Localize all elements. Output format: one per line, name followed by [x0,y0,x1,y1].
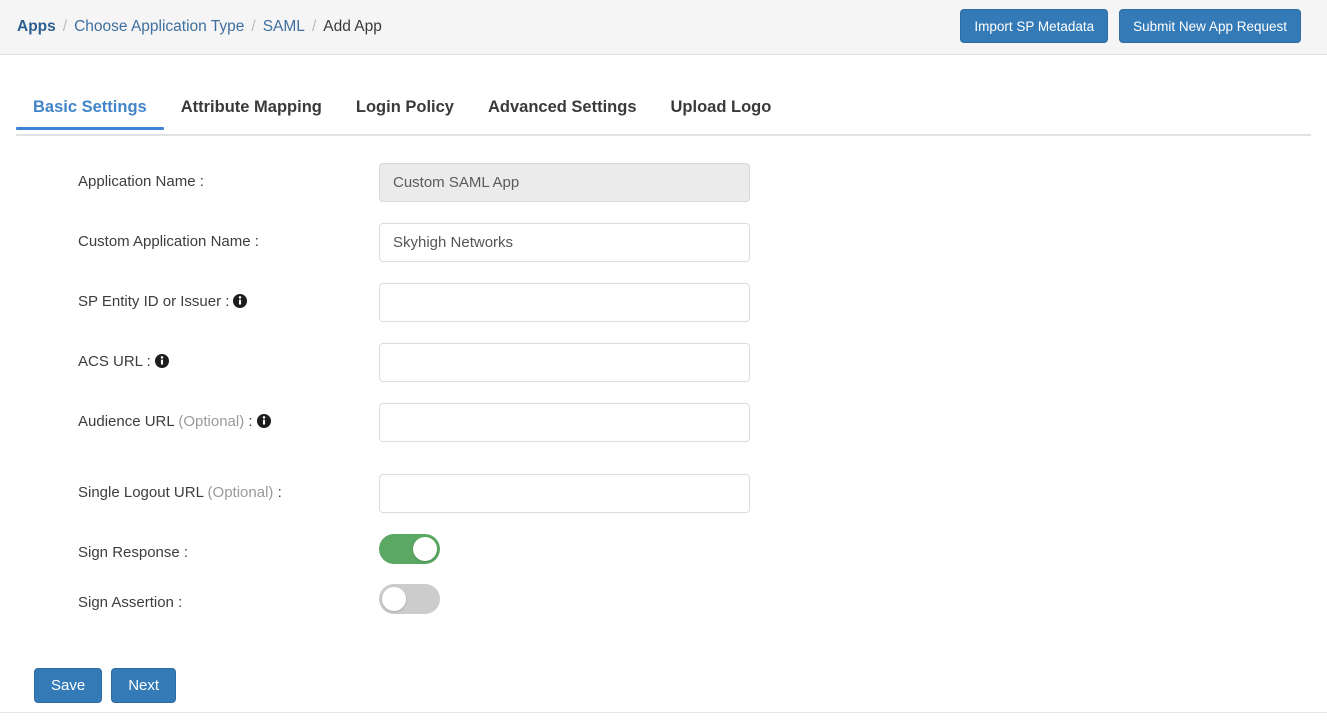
tab-basic-settings[interactable]: Basic Settings [16,96,164,130]
input-acs-url[interactable] [379,343,750,382]
breadcrumb: Apps / Choose Application Type / SAML / Add Ap… [17,17,382,37]
label-sign-assertion: Sign Assertion : [78,593,182,613]
tab-upload-logo[interactable]: Upload Logo [654,96,789,130]
form-row-sign-assertion: Sign Assertion : [0,576,1327,626]
label-colon: : [146,353,151,370]
save-button[interactable]: Save [34,668,103,703]
label-optional-marker: (Optional) [178,413,245,430]
label-colon: : [225,293,230,310]
label-colon: : [183,544,189,561]
control-acs-url [379,343,750,382]
form-row-single-logout-url: Single Logout URL (Optional) : [0,466,1327,526]
label-text: Sign Assertion [78,594,174,611]
label-colon: : [199,173,204,190]
next-button[interactable]: Next [111,668,177,703]
tab-login-policy[interactable]: Login Policy [339,96,471,130]
label-application-name: Application Name : [78,172,204,192]
info-icon[interactable] [233,294,248,308]
breadcrumb-item-choose-application-type[interactable]: Choose Application Type [74,18,244,35]
toggle-sign-response[interactable] [379,534,440,564]
import-sp-metadata-button[interactable]: Import SP Metadata [960,9,1109,43]
label-text: Custom Application Name [78,233,251,250]
label-colon: : [277,484,282,501]
form-row-acs-url: ACS URL : [0,335,1327,395]
label-text: Application Name [78,173,196,190]
control-sign-response [379,534,440,569]
basic-settings-form: Application Name :Custom Application Nam… [0,155,1327,626]
info-icon[interactable] [256,414,271,428]
add-app-page: Apps / Choose Application Type / SAML / Add Ap… [0,0,1327,722]
control-audience-url [379,403,750,442]
tab-attribute-mapping[interactable]: Attribute Mapping [164,96,339,130]
label-text: Single Logout URL [78,484,204,501]
label-audience-url: Audience URL (Optional) : [78,412,271,432]
breadcrumb-item-add-app: Add App [323,18,382,35]
label-text: Audience URL [78,413,175,430]
control-sign-assertion [379,584,440,619]
form-row-sp-entity-id-or-issuer: SP Entity ID or Issuer : [0,275,1327,335]
toggle-knob [413,537,437,561]
label-optional-marker: (Optional) [207,484,274,501]
form-row-application-name: Application Name : [0,155,1327,215]
label-sign-response: Sign Response : [78,543,188,563]
header-actions: Import SP Metadata Submit New App Request [960,9,1301,43]
form-row-custom-application-name: Custom Application Name : [0,215,1327,275]
label-sp-entity-id-or-issuer: SP Entity ID or Issuer : [78,292,248,312]
label-acs-url: ACS URL : [78,352,169,372]
form-row-audience-url: Audience URL (Optional) : [0,395,1327,466]
input-audience-url[interactable] [379,403,750,442]
form-footer-actions: Save Next [34,668,177,703]
label-text: ACS URL [78,353,143,370]
control-single-logout-url [379,474,750,513]
breadcrumb-item-saml[interactable]: SAML [263,18,305,35]
toggle-sign-assertion[interactable] [379,584,440,614]
tab-bar-divider [16,134,1311,136]
breadcrumb-separator: / [251,18,256,35]
breadcrumb-separator: / [311,18,317,35]
form-row-sign-response: Sign Response : [0,526,1327,576]
tab-advanced-settings[interactable]: Advanced Settings [471,96,654,130]
input-custom-application-name[interactable] [379,223,750,262]
label-colon: : [178,594,183,611]
info-icon[interactable] [154,354,169,368]
label-text: SP Entity ID or Issuer [78,293,222,310]
page-bottom-divider [0,712,1327,713]
label-colon: : [254,233,259,250]
toggle-knob [382,587,406,611]
tab-bar: Basic Settings Attribute Mapping Login Pol… [0,96,1327,140]
label-custom-application-name: Custom Application Name : [78,232,259,252]
label-text: Sign Response [78,544,180,561]
breadcrumb-item-apps[interactable]: Apps [17,18,56,35]
control-application-name [379,163,750,202]
breadcrumb-separator: / [62,18,68,35]
tab-list: Basic Settings Attribute Mapping Login Pol… [16,96,788,138]
submit-new-app-request-button[interactable]: Submit New App Request [1119,9,1301,43]
control-sp-entity-id-or-issuer [379,283,750,322]
page-header: Apps / Choose Application Type / SAML / Add Ap… [0,0,1327,55]
input-sp-entity-id-or-issuer[interactable] [379,283,750,322]
label-colon: : [248,413,253,430]
label-single-logout-url: Single Logout URL (Optional) : [78,483,282,503]
input-application-name [379,163,750,202]
control-custom-application-name [379,223,750,262]
input-single-logout-url[interactable] [379,474,750,513]
